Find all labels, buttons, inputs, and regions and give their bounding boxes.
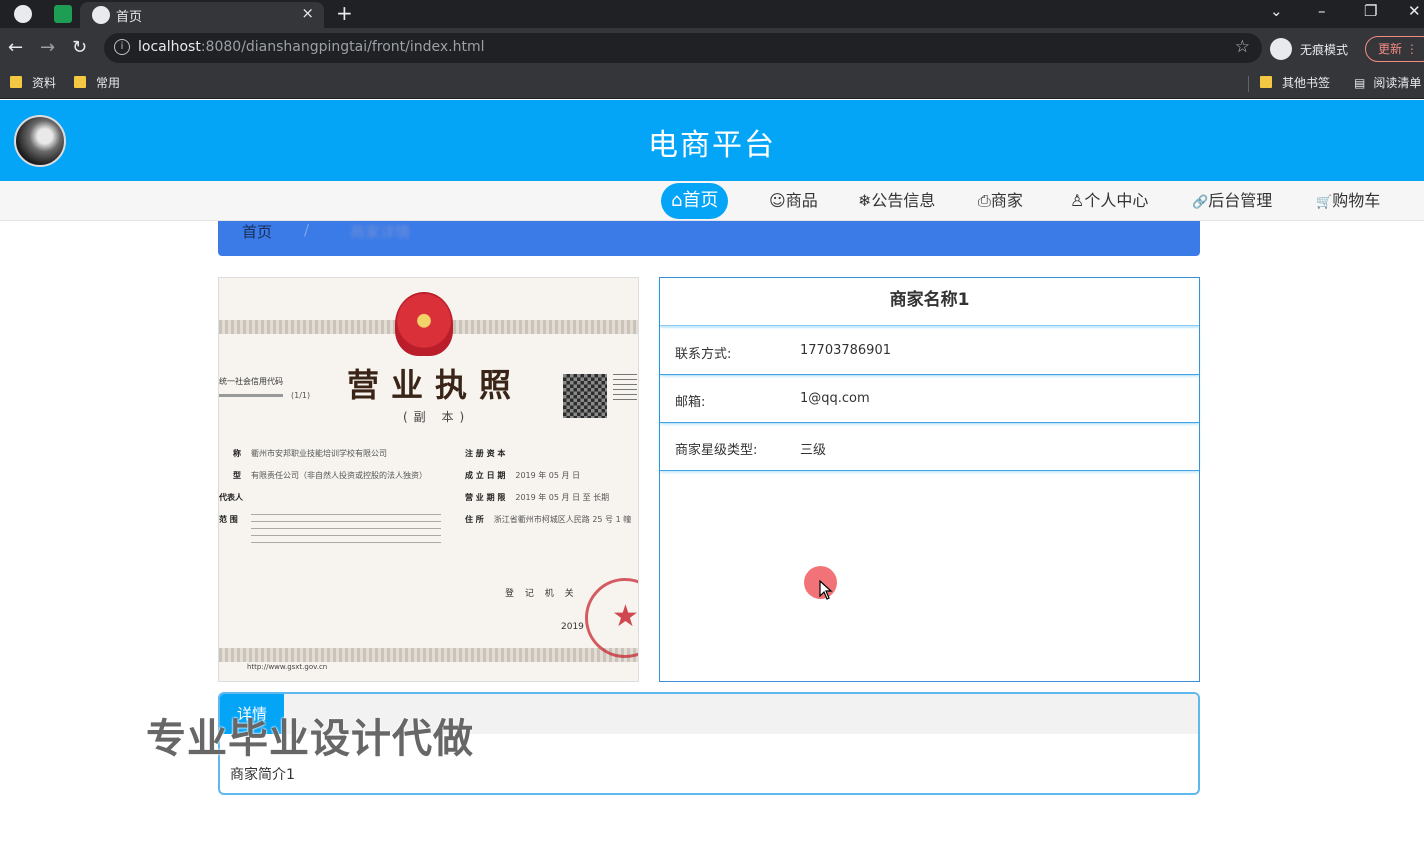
site-header: 电商平台	[0, 100, 1424, 181]
nav-merchants[interactable]: ⎙商家	[978, 189, 1023, 213]
printer-icon: ⎙	[978, 191, 991, 210]
license-scope-row: 范 围	[219, 515, 238, 524]
new-tab-button[interactable]: +	[336, 1, 353, 25]
bookmark-folder[interactable]: 资料	[10, 74, 56, 92]
nav-cart[interactable]: 🛒购物车	[1316, 189, 1380, 213]
reading-list-icon: ▤	[1354, 76, 1366, 90]
info-icon[interactable]: i	[114, 39, 130, 55]
user-icon: ♙	[1070, 191, 1085, 210]
bookmarks-divider	[1248, 76, 1249, 92]
url-text: localhost:8080/dianshangpingtai/front/in…	[138, 39, 485, 55]
license-border	[219, 648, 638, 662]
license-scope-text	[251, 514, 441, 548]
address-bar: ← → ↻ i localhost:8080/dianshangpingtai/…	[0, 28, 1424, 68]
incognito-icon[interactable]	[1270, 38, 1292, 60]
incognito-label: 无痕模式	[1300, 43, 1349, 57]
home-icon: ⌂	[671, 190, 683, 211]
license-url: http://www.gsxt.gov.cn	[247, 663, 328, 671]
tab-search-icon[interactable]: ⌄	[1270, 2, 1283, 20]
main-nav: ⌂首页 ☺商品 ❄公告信息 ⎙商家 ♙个人中心 🔗后台管理 🛒购物车	[0, 181, 1424, 221]
back-arrow-icon[interactable]: ←	[8, 37, 23, 58]
snowflake-icon: ❄	[858, 191, 872, 210]
bookmark-folder[interactable]: 常用	[74, 74, 120, 92]
breadcrumb-home[interactable]: 首页	[242, 221, 272, 242]
nav-admin[interactable]: 🔗后台管理	[1192, 189, 1272, 213]
info-value: 三级	[800, 443, 827, 458]
license-type-row: 型有限责任公司（非自然人投资或控股的法人独资）	[233, 471, 427, 480]
official-seal-icon: ★	[585, 578, 638, 658]
globe-icon	[92, 6, 110, 24]
sheets-icon[interactable]	[54, 5, 72, 23]
license-authority: 登 记 机 关	[505, 589, 578, 599]
folder-icon	[10, 76, 22, 88]
close-tab-icon[interactable]: ×	[301, 4, 314, 22]
info-row-email: 邮箱: 1@qq.com	[660, 376, 1199, 423]
tab-title: 首页	[116, 10, 143, 25]
license-code-label: 统一社会信用代码	[219, 377, 283, 386]
info-value: 17703786901	[800, 343, 891, 358]
license-title: 营业执照	[347, 366, 524, 404]
mouse-cursor-icon	[819, 580, 833, 600]
license-term-row: 营 业 期 限 2019 年 05 月 日 至 长期	[465, 493, 610, 502]
license-capital-row: 注 册 资 本	[465, 449, 506, 458]
license-name-row: 称衢州市安邦职业技能培训学校有限公司	[233, 449, 387, 458]
star-icon[interactable]: ☆	[1235, 37, 1250, 57]
site-favicon-icon[interactable]	[14, 5, 32, 23]
license-rep-row: 代表人	[219, 493, 243, 502]
qr-note	[613, 374, 637, 404]
forward-arrow-icon[interactable]: →	[40, 37, 55, 58]
close-window-icon[interactable]: ✕	[1408, 2, 1421, 20]
merchant-info-panel: 商家名称1 联系方式: 17703786901 邮箱: 1@qq.com 商家星…	[659, 277, 1200, 682]
smile-icon: ☺	[769, 191, 786, 210]
breadcrumb: 首页 / 商家详情	[218, 221, 1200, 256]
nav-products[interactable]: ☺商品	[769, 189, 818, 213]
nav-home[interactable]: ⌂首页	[661, 183, 729, 219]
reading-list[interactable]: ▤ 阅读清单	[1354, 74, 1421, 92]
reload-icon[interactable]: ↻	[72, 37, 87, 58]
cart-icon: 🛒	[1316, 195, 1333, 210]
restore-icon[interactable]: ❐	[1364, 2, 1377, 20]
breadcrumb-current: 商家详情	[350, 223, 411, 241]
merchant-name: 商家名称1	[660, 278, 1199, 326]
info-label: 商家星级类型:	[675, 443, 758, 458]
nav-profile[interactable]: ♙个人中心	[1070, 189, 1148, 213]
browser-tab[interactable]: 首页 ×	[80, 2, 324, 28]
merchant-intro: 商家简介1	[230, 767, 295, 783]
license-address-row: 住 所浙江省衢州市柯城区人民路 25 号 1 幢	[465, 515, 632, 524]
merchant-license-image: 营业执照 (副 本) 统一社会信用代码 (1/1) 称衢州市安邦职业技能培训学校…	[218, 277, 639, 682]
info-row-star-level: 商家星级类型: 三级	[660, 424, 1199, 471]
link-icon: 🔗	[1192, 195, 1209, 210]
license-page: (1/1)	[291, 391, 311, 400]
minimize-icon[interactable]: –	[1318, 2, 1326, 20]
update-button[interactable]: 更新 ⋮	[1365, 36, 1424, 62]
info-label: 邮箱:	[675, 395, 706, 410]
site-title: 电商平台	[648, 128, 776, 163]
info-value: 1@qq.com	[800, 391, 870, 406]
qr-code-icon	[563, 374, 607, 418]
folder-icon	[1260, 76, 1272, 88]
folder-icon	[74, 76, 86, 88]
license-code-value	[219, 394, 283, 397]
url-input[interactable]: i localhost:8080/dianshangpingtai/front/…	[104, 33, 1262, 63]
national-emblem-icon	[395, 292, 453, 356]
info-label: 联系方式:	[675, 347, 732, 362]
other-bookmarks[interactable]: 其他书签	[1260, 74, 1330, 92]
watermark-text: 专业毕业设计代做	[146, 716, 474, 762]
info-row-contact: 联系方式: 17703786901	[660, 328, 1199, 375]
breadcrumb-separator: /	[304, 221, 310, 239]
nav-announcements[interactable]: ❄公告信息	[858, 189, 935, 213]
license-subtitle: (副 本)	[403, 410, 471, 424]
bookmarks-bar: 资料 常用 其他书签 ▤ 阅读清单	[0, 68, 1424, 99]
license-date-row: 成 立 日 期 2019 年 05 月 日	[465, 471, 581, 480]
license-year: 2019	[561, 622, 584, 632]
browser-tab-bar: 首页 × + ⌄ – ❐ ✕	[0, 0, 1424, 28]
